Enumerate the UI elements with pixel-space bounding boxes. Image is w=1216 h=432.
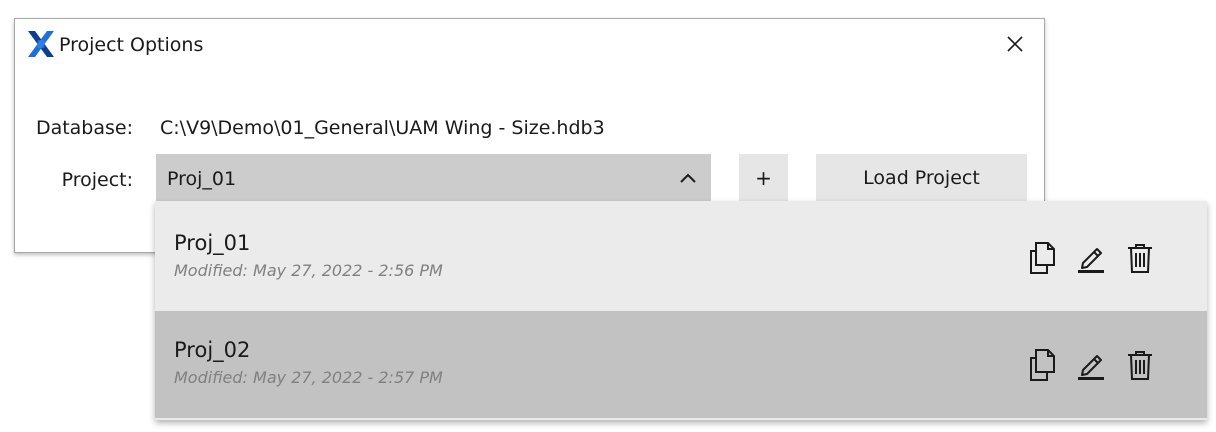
load-project-button[interactable]: Load Project (816, 154, 1027, 202)
project-item-modified: Modified: May 27, 2022 - 2:57 PM (174, 368, 443, 387)
delete-icon[interactable] (1124, 348, 1156, 382)
rename-icon[interactable] (1075, 348, 1107, 382)
title-bar: Project Options (15, 19, 1044, 69)
close-icon[interactable] (1004, 33, 1026, 55)
project-list-item-proj-02[interactable]: Proj_02 Modified: May 27, 2022 - 2:57 PM (155, 311, 1207, 418)
add-project-button[interactable]: + (739, 154, 788, 202)
project-item-name: Proj_02 (174, 338, 251, 362)
project-dropdown-list: Proj_01 Modified: May 27, 2022 - 2:56 PM (155, 201, 1207, 420)
x-logo-icon (26, 29, 56, 59)
database-label: Database: (35, 117, 133, 139)
delete-icon[interactable] (1124, 241, 1156, 275)
copy-icon[interactable] (1027, 348, 1059, 382)
database-path: C:\V9\Demo\01_General\UAM Wing - Size.hd… (160, 117, 605, 139)
project-combobox-value: Proj_01 (167, 168, 237, 190)
copy-icon[interactable] (1027, 241, 1059, 275)
project-label: Project: (61, 169, 133, 191)
project-item-modified: Modified: May 27, 2022 - 2:56 PM (174, 261, 443, 280)
project-list-item-proj-01[interactable]: Proj_01 Modified: May 27, 2022 - 2:56 PM (155, 204, 1207, 311)
project-item-name: Proj_01 (174, 231, 251, 255)
project-combobox[interactable]: Proj_01 (156, 154, 711, 202)
dialog-title: Project Options (59, 34, 204, 56)
rename-icon[interactable] (1075, 241, 1107, 275)
chevron-up-icon (679, 170, 697, 184)
